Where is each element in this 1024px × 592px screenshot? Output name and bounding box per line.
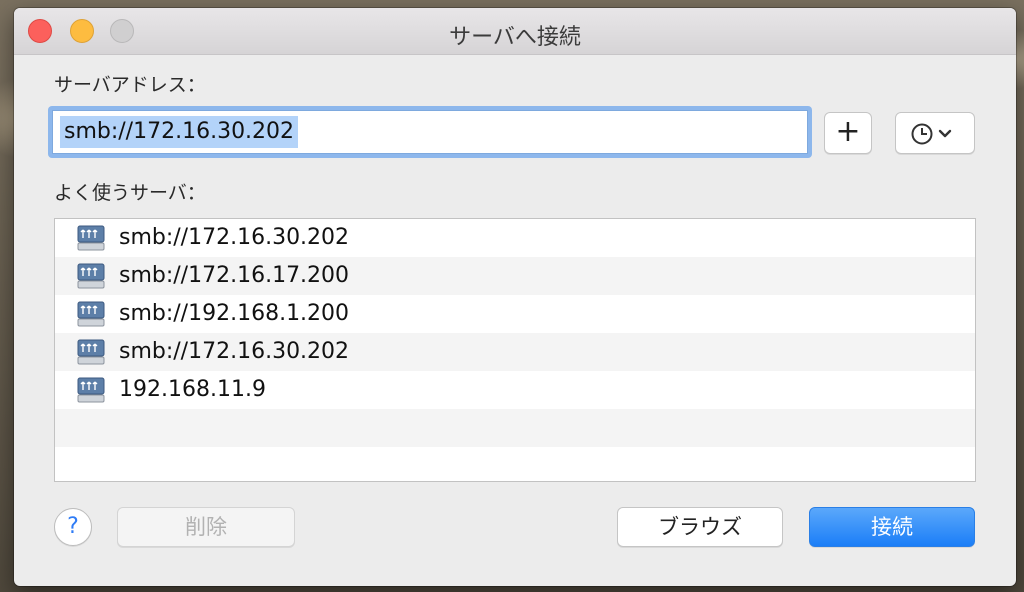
- connect-button[interactable]: 接続: [809, 507, 975, 547]
- favorite-server-address: 192.168.11.9: [119, 377, 266, 402]
- favorite-servers-list[interactable]: smb://172.16.30.202 smb://172.16.17.200 …: [54, 218, 976, 482]
- question-mark-icon: ?: [67, 514, 79, 539]
- network-server-icon: [77, 377, 105, 403]
- recent-servers-button[interactable]: [895, 112, 975, 154]
- favorite-server-row[interactable]: smb://172.16.30.202: [55, 333, 975, 371]
- window-title: サーバへ接続: [449, 25, 581, 50]
- title-bar[interactable]: サーバへ接続: [14, 8, 1016, 55]
- favorite-servers-label: よく使うサーバ：: [54, 182, 206, 204]
- server-address-field[interactable]: smb://172.16.30.202: [48, 106, 812, 158]
- add-favorite-button[interactable]: +: [824, 112, 872, 154]
- empty-list-row: [55, 447, 975, 481]
- favorite-server-address: smb://192.168.1.200: [119, 301, 350, 326]
- delete-button[interactable]: 削除: [117, 507, 295, 547]
- favorite-server-row[interactable]: smb://172.16.30.202: [55, 219, 975, 257]
- connect-to-server-dialog: サーバへ接続 サーバアドレス： smb://172.16.30.202 + よく…: [14, 8, 1016, 586]
- network-server-icon: [77, 263, 105, 289]
- browse-button[interactable]: ブラウズ: [617, 507, 783, 547]
- empty-list-row: [55, 409, 975, 447]
- favorite-server-address: smb://172.16.30.202: [119, 225, 350, 250]
- help-button[interactable]: ?: [54, 508, 92, 546]
- favorite-server-row[interactable]: smb://172.16.17.200: [55, 257, 975, 295]
- favorite-server-row[interactable]: smb://192.168.1.200: [55, 295, 975, 333]
- network-server-icon: [77, 225, 105, 251]
- plus-icon: +: [835, 114, 861, 149]
- network-server-icon: [77, 301, 105, 327]
- favorite-server-address: smb://172.16.30.202: [119, 339, 350, 364]
- network-server-icon: [77, 339, 105, 365]
- favorite-server-address: smb://172.16.17.200: [119, 263, 350, 288]
- clock-chevron-icon: [911, 123, 952, 145]
- server-address-label: サーバアドレス：: [54, 74, 206, 96]
- favorite-server-row[interactable]: 192.168.11.9: [55, 371, 975, 409]
- server-address-input[interactable]: [52, 110, 808, 154]
